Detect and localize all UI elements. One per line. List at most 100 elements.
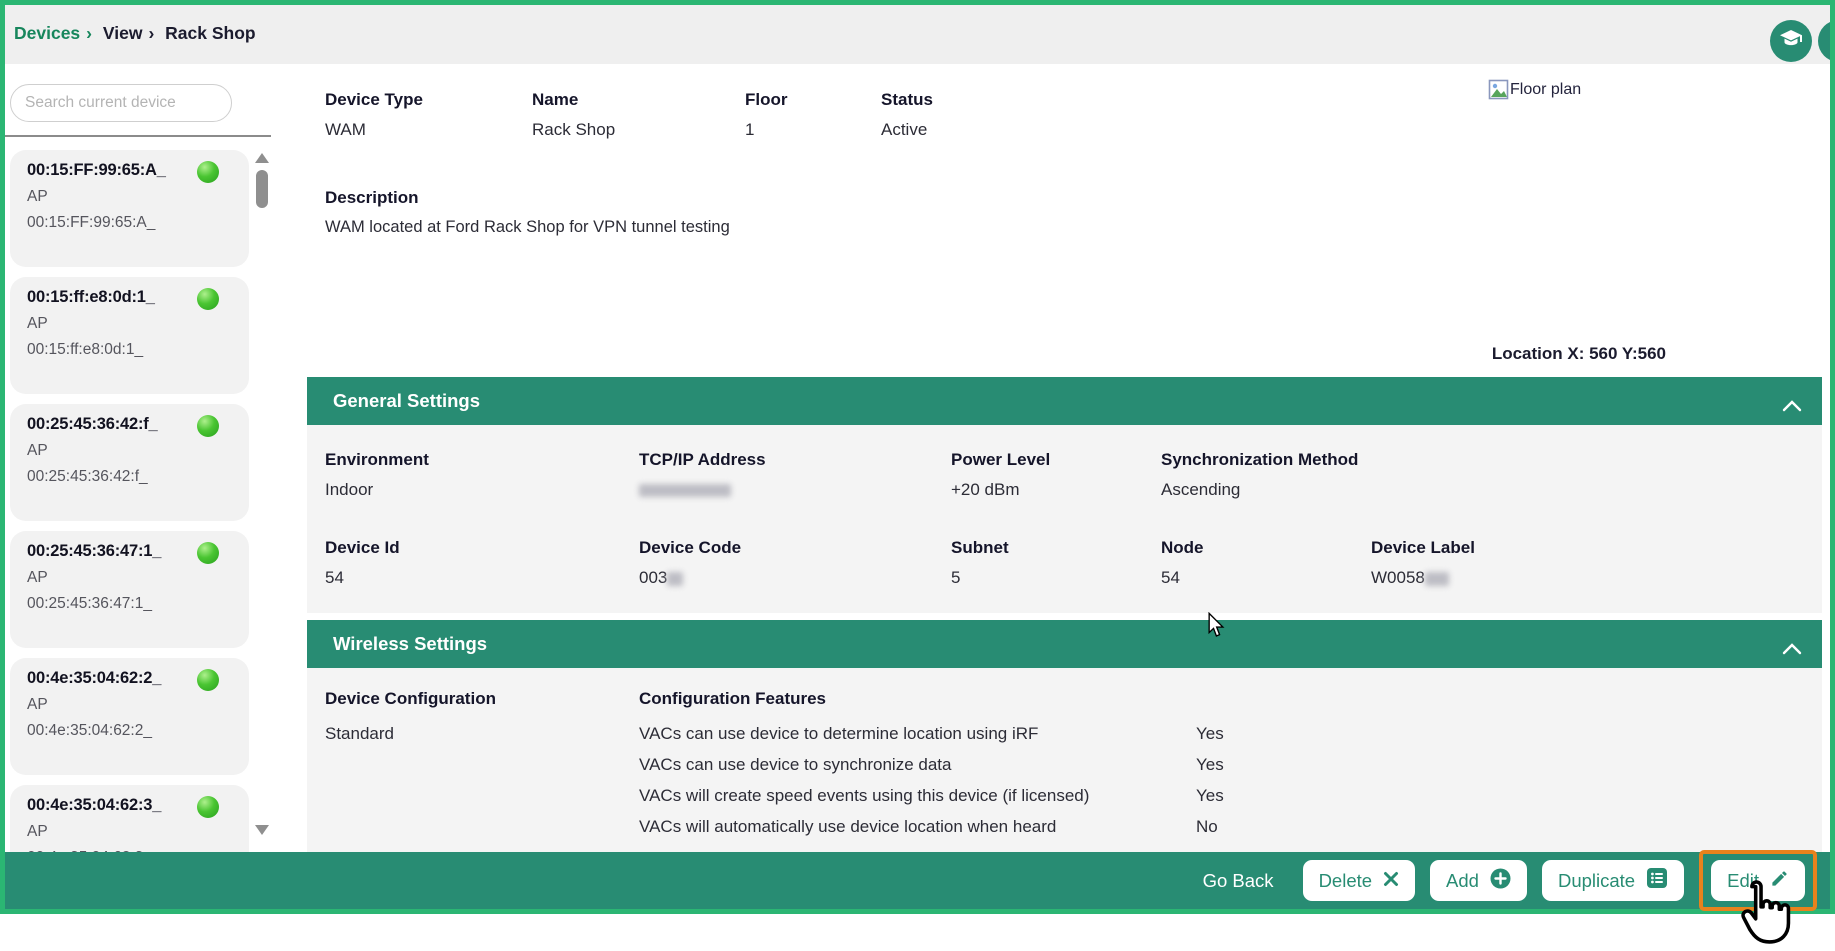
breadcrumb-devices[interactable]: Devices [14,23,80,43]
field-synchronization-method: Synchronization Method Ascending [1161,450,1358,500]
action-bar: Go Back Delete Add Duplicate Edit [5,852,1830,909]
field-label: Environment [325,450,429,470]
general-settings-section: General Settings Environment Indoor TCP/… [307,377,1822,613]
field-label: Device Id [325,538,400,558]
field-value: Ascending [1161,480,1358,500]
feature-value: Yes [1196,724,1224,744]
field-value-redacted [639,480,766,500]
edit-button[interactable]: Edit [1711,860,1805,901]
feature-text: VACs can use device to synchronize data [639,755,1199,775]
device-type: AP [27,696,249,714]
device-mac: 00:15:FF:99:65:A_ [27,214,249,232]
field-subnet: Subnet 5 [951,538,1009,588]
wireless-settings-section: Wireless Settings Device Configuration S… [307,620,1822,852]
device-mac: 00:25:45:36:47:1_ [27,595,249,613]
field-label: Description [325,188,730,208]
configuration-features-label: Configuration Features [639,689,826,709]
field-label: Floor [745,90,788,110]
field-name: Name Rack Shop [532,90,615,140]
feature-value: Yes [1196,786,1224,806]
field-node: Node 54 [1161,538,1204,588]
feature-value: No [1196,817,1218,837]
description-text: WAM located at Ford Rack Shop for VPN tu… [325,218,730,237]
pencil-icon [1770,869,1789,893]
graduation-cap-icon [1779,27,1803,56]
field-value: 1 [745,120,788,140]
wireless-settings-header[interactable]: Wireless Settings [307,620,1822,668]
field-value: 003 [639,568,667,587]
field-value: 54 [1161,568,1204,588]
help-button[interactable] [1770,20,1812,62]
breadcrumb: Devices› View› Rack Shop [14,23,256,44]
field-power-level: Power Level +20 dBm [951,450,1050,500]
top-bar: Devices› View› Rack Shop [5,5,1830,64]
field-label: Power Level [951,450,1050,470]
status-dot-icon [197,161,219,183]
scroll-up-icon[interactable] [255,153,269,163]
field-label: Device Type [325,90,423,110]
status-dot-icon [197,796,219,818]
field-value: Rack Shop [532,120,615,140]
device-list-item[interactable]: 00:15:ff:e8:0d:1_ AP 00:15:ff:e8:0d:1_ [10,277,249,394]
field-value-partially-redacted: 003 [639,568,741,588]
field-device-code: Device Code 003 [639,538,741,588]
chevron-up-icon[interactable] [1782,395,1802,417]
go-back-button[interactable]: Go Back [1203,870,1274,892]
device-type: AP [27,569,249,587]
breadcrumb-view[interactable]: View [103,23,143,43]
field-tcpip-address: TCP/IP Address [639,450,766,500]
feature-text: VACs will create speed events using this… [639,786,1199,806]
field-value: +20 dBm [951,480,1050,500]
device-list-item[interactable]: 00:4e:35:04:62:3_ AP 00:4e:35:04:62:3_ [10,785,249,852]
section-title: Wireless Settings [333,633,487,655]
device-list-item[interactable]: 00:15:FF:99:65:A_ AP 00:15:FF:99:65:A_ [10,150,249,267]
add-button-label: Add [1446,870,1479,892]
general-settings-header[interactable]: General Settings [307,377,1822,425]
device-list-item[interactable]: 00:4e:35:04:62:2_ AP 00:4e:35:04:62:2_ [10,658,249,775]
field-label: Device Label [1371,538,1475,558]
chevron-up-icon[interactable] [1782,638,1802,660]
device-mac: 00:15:ff:e8:0d:1_ [27,341,249,359]
field-label: Device Code [639,538,741,558]
field-floor: Floor 1 [745,90,788,140]
scrollbar-thumb[interactable] [256,170,268,208]
sidebar-divider [5,135,271,137]
field-value: WAM [325,120,423,140]
device-type: AP [27,315,249,333]
floor-plan-image-placeholder: Floor plan [1488,79,1581,105]
device-list-item[interactable]: 00:25:45:36:47:1_ AP 00:25:45:36:47:1_ [10,531,249,648]
search-input[interactable] [10,84,232,122]
list-icon [1646,867,1668,894]
field-label: Subnet [951,538,1009,558]
scroll-down-icon[interactable] [255,825,269,835]
breadcrumb-separator: › [86,23,92,43]
breadcrumb-current-page: Rack Shop [165,23,255,43]
status-dot-icon [197,542,219,564]
location-coordinates: Location X: 560 Y:560 [1492,344,1666,364]
field-value: Active [881,120,933,140]
field-device-id: Device Id 54 [325,538,400,588]
device-configuration-label: Device Configuration [325,689,496,709]
plus-circle-icon [1490,868,1511,894]
app-window: Devices› View› Rack Shop 00:15:FF:99:65:… [0,0,1835,914]
section-title: General Settings [333,390,480,412]
device-type: AP [27,188,249,206]
field-value: W0058 [1371,568,1425,587]
field-label: Name [532,90,615,110]
duplicate-button[interactable]: Duplicate [1542,860,1684,901]
add-button[interactable]: Add [1430,860,1527,901]
wireless-settings-body: Device Configuration Standard Configurat… [307,668,1822,852]
device-list-item[interactable]: 00:25:45:36:42:f_ AP 00:25:45:36:42:f_ [10,404,249,521]
duplicate-button-label: Duplicate [1558,870,1635,892]
delete-button-label: Delete [1319,870,1372,892]
redacted-value [1425,572,1449,586]
secondary-circle-button[interactable] [1818,20,1830,62]
floor-plan-alt-text: Floor plan [1510,81,1581,99]
delete-button[interactable]: Delete [1303,860,1415,901]
device-type: AP [27,823,249,841]
x-icon [1383,870,1399,892]
edit-button-label: Edit [1727,870,1759,892]
device-list: 00:15:FF:99:65:A_ AP 00:15:FF:99:65:A_ 0… [10,150,255,852]
field-value-partially-redacted: W0058 [1371,568,1475,588]
field-label: TCP/IP Address [639,450,766,470]
